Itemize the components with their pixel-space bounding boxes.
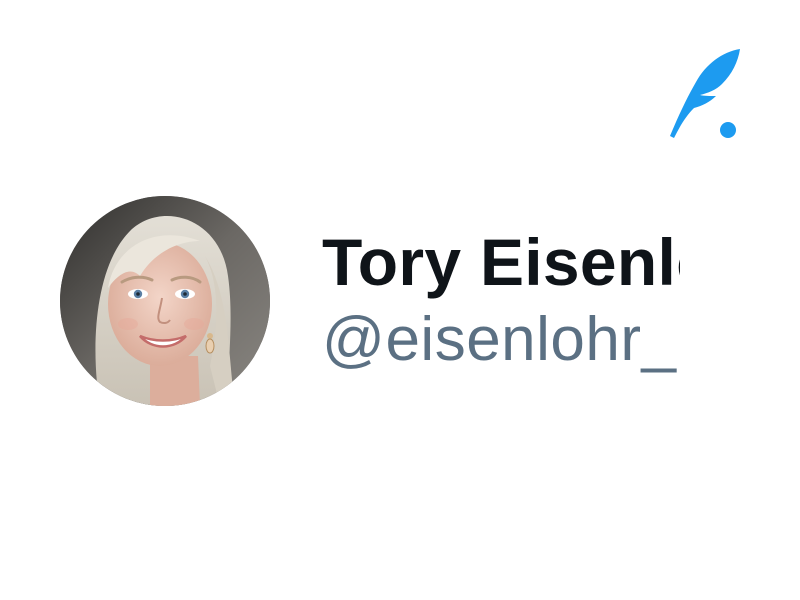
user-handle[interactable]: @eisenlohr_ — [322, 302, 680, 378]
quill-feather-icon — [666, 46, 742, 142]
display-name[interactable]: Tory Eisenlohr — [322, 222, 680, 302]
profile-card: Tory Eisenlohr @eisenlohr_ — [0, 0, 800, 600]
profile-name-block: Tory Eisenlohr @eisenlohr_ — [322, 222, 680, 382]
avatar-photo — [60, 196, 270, 406]
avatar[interactable] — [60, 196, 270, 406]
